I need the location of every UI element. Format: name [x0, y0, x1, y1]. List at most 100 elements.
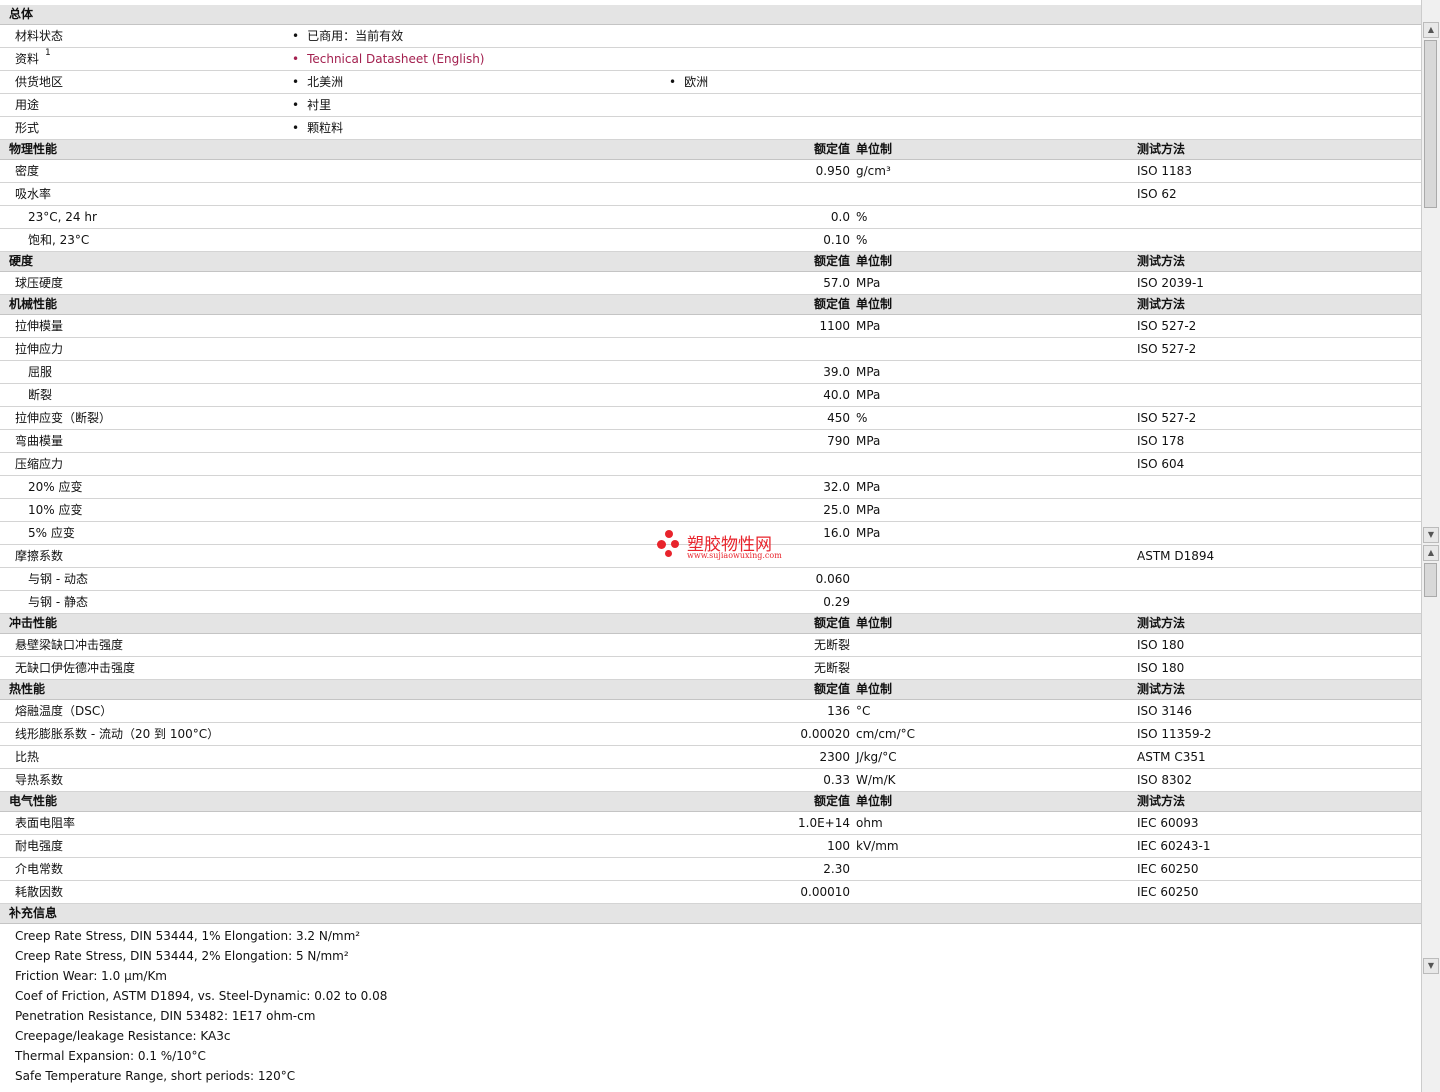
test-method: ISO 2039-1	[1137, 276, 1204, 290]
table-row: 介电常数 2.30 IEC 60250	[0, 858, 1421, 881]
column-header-unit: 单位制	[856, 142, 893, 156]
note-line: Creepage/leakage Resistance: KA3c	[15, 1029, 231, 1043]
table-row: 吸水率 ISO 62	[0, 183, 1421, 206]
note-line: Safe Temperature Range, short periods: 1…	[15, 1069, 296, 1083]
footnote-marker: 1	[45, 48, 51, 58]
section-title: 物理性能	[9, 142, 58, 156]
table-row: 无缺口伊佐德冲击强度 无断裂 ISO 180	[0, 657, 1421, 680]
property-value: 790	[827, 434, 850, 448]
section-header: 物理性能 额定值 单位制 测试方法	[0, 140, 1421, 160]
test-method: ISO 527-2	[1137, 342, 1197, 356]
property-unit: MPa	[856, 319, 881, 333]
property-value: 100	[827, 839, 850, 853]
property-unit: cm/cm/°C	[856, 727, 916, 741]
property-label: 悬壁梁缺口冲击强度	[15, 638, 124, 652]
property-unit: MPa	[856, 365, 881, 379]
property-label: 弯曲模量	[15, 434, 64, 448]
table-row: 耐电强度 100 kV/mm IEC 60243-1	[0, 835, 1421, 858]
property-label: 介电常数	[15, 862, 64, 876]
table-row: 导热系数 0.33 W/m/K ISO 8302	[0, 769, 1421, 792]
arrow-up-icon[interactable]: ▲	[1423, 545, 1439, 561]
column-header-test: 测试方法	[1137, 297, 1186, 311]
test-method: IEC 60250	[1137, 862, 1199, 876]
property-label: 密度	[15, 164, 40, 178]
property-value: 0.29	[823, 595, 850, 609]
property-value: 2300	[819, 750, 850, 764]
scrollbar-thumb[interactable]	[1424, 563, 1437, 597]
section-header: 硬度 额定值 单位制 测试方法	[0, 252, 1421, 272]
column-header-unit: 单位制	[856, 794, 893, 808]
section-title: 机械性能	[9, 297, 58, 311]
row-value: 欧洲	[669, 71, 708, 93]
column-header-value: 额定值	[813, 254, 850, 268]
table-row: 密度 0.950 g/cm³ ISO 1183	[0, 160, 1421, 183]
test-method: ISO 8302	[1137, 773, 1192, 787]
note-line: Coef of Friction, ASTM D1894, vs. Steel-…	[15, 989, 388, 1003]
property-unit: %	[856, 233, 868, 247]
arrow-down-icon[interactable]: ▼	[1423, 527, 1439, 543]
test-method: ASTM C351	[1137, 750, 1206, 764]
column-header-test: 测试方法	[1137, 616, 1186, 630]
column-header-test: 测试方法	[1137, 794, 1186, 808]
table-row: 形式 颗粒料	[0, 117, 1421, 140]
table-row: 与钢 - 动态 0.060	[0, 568, 1421, 591]
property-value: 16.0	[823, 526, 850, 540]
property-value: 0.00010	[800, 885, 850, 899]
test-method: IEC 60093	[1137, 816, 1199, 830]
section-title: 总体	[9, 7, 34, 21]
column-header-test: 测试方法	[1137, 254, 1186, 268]
table-row: 饱和, 23°C 0.10%	[0, 229, 1421, 252]
property-value: 32.0	[823, 480, 850, 494]
scrollbar-thumb[interactable]	[1424, 40, 1437, 208]
arrow-down-icon[interactable]: ▼	[1423, 958, 1439, 974]
column-header-unit: 单位制	[856, 254, 893, 268]
row-label: 形式	[15, 121, 40, 135]
section-title: 电气性能	[9, 794, 58, 808]
row-label: 材料状态	[15, 29, 64, 43]
property-unit: MPa	[856, 526, 881, 540]
column-header-test: 测试方法	[1137, 142, 1186, 156]
table-row: 悬壁梁缺口冲击强度 无断裂 ISO 180	[0, 634, 1421, 657]
table-row: 拉伸模量 1100 MPa ISO 527-2	[0, 315, 1421, 338]
property-unit: MPa	[856, 480, 881, 494]
table-row: 拉伸应力 ISO 527-2	[0, 338, 1421, 361]
note-line: Thermal Expansion: 0.1 %/10°C	[15, 1049, 206, 1063]
property-label: 导热系数	[15, 773, 64, 787]
property-unit: g/cm³	[856, 164, 891, 178]
property-value: 无断裂	[813, 638, 850, 652]
vertical-scrollbar[interactable]: ▲ ▼ ▲ ▼	[1421, 0, 1440, 1092]
watermark-logo: 塑胶物性网 www.sujiaowuxing.com	[657, 530, 787, 564]
test-method: ISO 180	[1137, 638, 1185, 652]
property-label: 耗散因数	[15, 885, 64, 899]
section-header: 机械性能 额定值 单位制 测试方法	[0, 295, 1421, 315]
property-label: 10% 应变	[28, 503, 83, 517]
table-row: 压缩应力 ISO 604	[0, 453, 1421, 476]
property-label: 表面电阻率	[15, 816, 76, 830]
table-row: 20% 应变 32.0 MPa	[0, 476, 1421, 499]
section-title: 热性能	[9, 682, 46, 696]
property-unit: MPa	[856, 276, 881, 290]
property-value: 0.33	[823, 773, 850, 787]
property-value: 2.30	[823, 862, 850, 876]
test-method: ISO 527-2	[1137, 319, 1197, 333]
row-value: 已商用：当前有效	[292, 25, 403, 47]
table-row: 比热 2300 J/kg/°C ASTM C351	[0, 746, 1421, 769]
table-row: 耗散因数 0.00010 IEC 60250	[0, 881, 1421, 904]
column-header-value: 额定值	[813, 142, 850, 156]
property-unit: MPa	[856, 434, 881, 448]
watermark-url: www.sujiaowuxing.com	[687, 551, 782, 560]
row-label: 资料	[15, 52, 40, 66]
property-label: 23°C, 24 hr	[28, 210, 97, 224]
property-label: 耐电强度	[15, 839, 64, 853]
property-unit: W/m/K	[856, 773, 896, 787]
property-label: 线形膨胀系数 - 流动（20 到 100°C）	[15, 727, 220, 741]
test-method: ISO 62	[1137, 187, 1177, 201]
property-label: 比热	[15, 750, 40, 764]
table-row: 熔融温度（DSC） 136 °C ISO 3146	[0, 700, 1421, 723]
property-value: 25.0	[823, 503, 850, 517]
datasheet-link[interactable]: Technical Datasheet (English)	[292, 48, 484, 70]
arrow-up-icon[interactable]: ▲	[1423, 22, 1439, 38]
section-title: 补充信息	[9, 906, 58, 920]
row-label: 供货地区	[15, 75, 64, 89]
section-header: 电气性能 额定值 单位制 测试方法	[0, 792, 1421, 812]
